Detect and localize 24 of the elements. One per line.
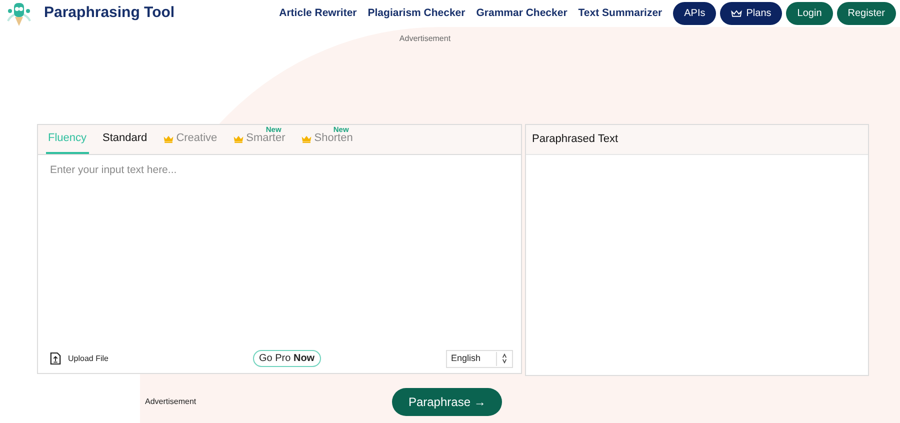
nav-link[interactable]: Text Summarizer [578, 6, 662, 22]
header-button[interactable]: APIs [673, 2, 716, 25]
nav-link[interactable]: Plagiarism Checker [368, 6, 466, 22]
header-button[interactable]: Register [836, 2, 896, 25]
ad-label: Advertisement [399, 33, 451, 45]
mode-tab[interactable]: Standard [100, 125, 150, 154]
upload-file-link[interactable]: Upload File [68, 352, 108, 364]
upload-file-icon[interactable] [50, 352, 61, 365]
input-field[interactable]: Enter your input text here... [37, 155, 522, 344]
crown-icon [301, 134, 312, 142]
output-title: Paraphrased Text [532, 132, 618, 148]
paraphrase-button[interactable]: Paraphrase → [392, 388, 502, 416]
brand-title: Paraphrasing Tool [44, 3, 175, 24]
header-button[interactable]: Plans [720, 2, 782, 25]
ad-label: Advertisement [145, 396, 196, 408]
header-button[interactable]: Login [786, 2, 833, 25]
crown-icon [233, 134, 244, 142]
language-select[interactable]: English [446, 350, 513, 368]
sort-icon [502, 353, 507, 364]
nav-link[interactable]: Article Rewriter [279, 6, 357, 22]
crown-icon [731, 10, 742, 18]
crown-icon [163, 134, 174, 142]
nav-link[interactable]: Grammar Checker [476, 6, 568, 22]
go-pro-button[interactable]: Go Pro Now [253, 350, 321, 367]
